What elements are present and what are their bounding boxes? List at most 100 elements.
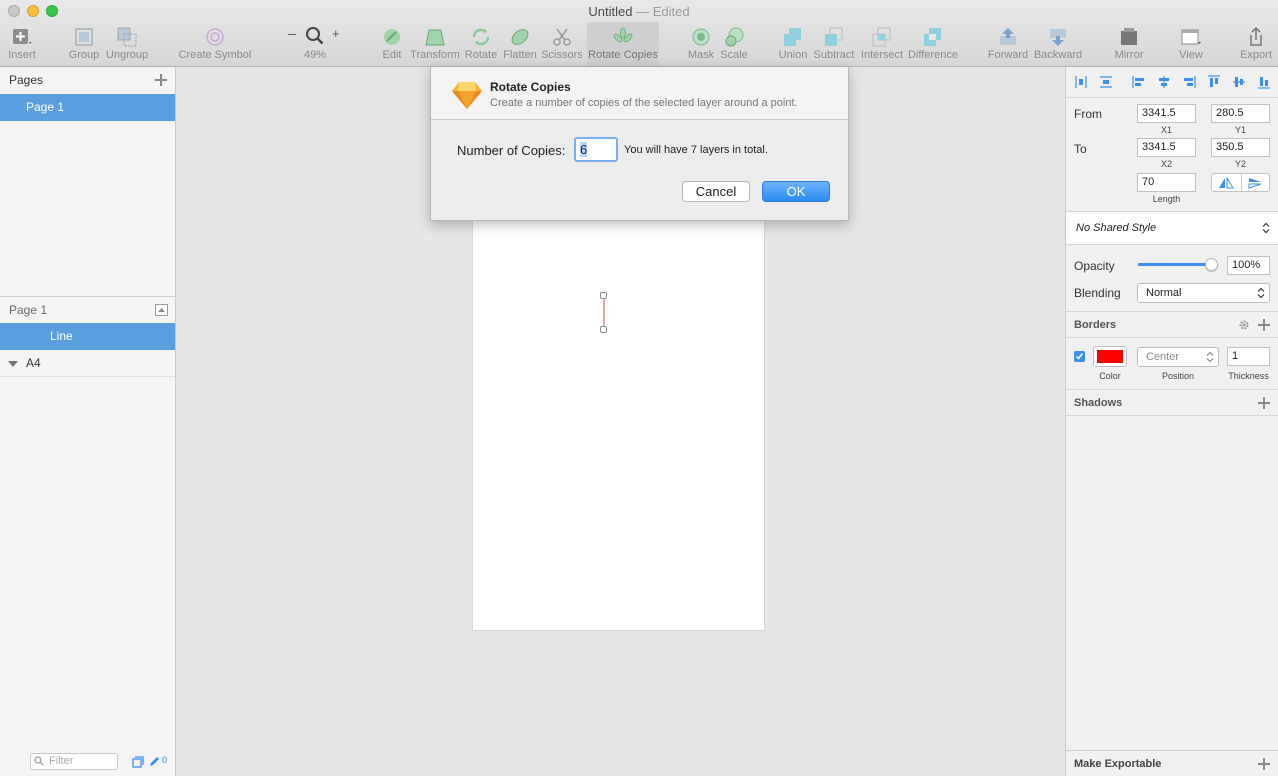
align-middle-vertical-icon[interactable] xyxy=(1232,75,1246,89)
insert-button[interactable]: Insert xyxy=(4,22,40,66)
border-thickness-field[interactable]: 1 xyxy=(1227,347,1270,366)
backward-icon xyxy=(1050,29,1066,46)
mirror-label: Mirror xyxy=(1114,49,1144,61)
flatten-button[interactable]: Flatten xyxy=(502,22,538,66)
checkmark-icon xyxy=(1075,353,1084,360)
rotate-icon xyxy=(472,28,490,46)
border-position-value: Center xyxy=(1146,351,1180,363)
y1-field[interactable]: 280.5 xyxy=(1211,104,1270,123)
union-icon xyxy=(784,28,801,46)
filter-placeholder: Filter xyxy=(49,755,74,767)
scissors-button[interactable]: Scissors xyxy=(541,22,583,66)
ungroup-button[interactable]: Ungroup xyxy=(104,22,150,66)
align-top-icon[interactable] xyxy=(1207,75,1221,89)
transform-button[interactable]: Transform xyxy=(410,22,460,66)
difference-icon xyxy=(924,28,941,46)
distribute-vertical-icon[interactable] xyxy=(1099,75,1113,89)
thickness-label: Thickness xyxy=(1228,371,1269,381)
group-label: Group xyxy=(68,49,100,61)
group-button[interactable]: Group xyxy=(66,22,102,66)
opacity-slider-knob[interactable] xyxy=(1205,258,1218,271)
border-enabled-checkbox[interactable] xyxy=(1074,351,1085,362)
layer-filter-input[interactable]: Filter xyxy=(30,753,118,770)
intersect-label: Intersect xyxy=(860,49,904,61)
difference-label: Difference xyxy=(908,49,958,61)
view-layout-icon xyxy=(1181,29,1201,45)
blending-value: Normal xyxy=(1146,287,1182,299)
chevron-updown-icon xyxy=(1257,287,1265,299)
line-end-handle[interactable] xyxy=(600,326,607,333)
align-center-horizontal-icon[interactable] xyxy=(1157,75,1171,89)
y2-field[interactable]: 350.5 xyxy=(1211,138,1270,157)
layer-item-artboard[interactable]: A4 xyxy=(0,350,175,377)
cancel-button[interactable]: Cancel xyxy=(682,181,750,202)
layers-page-title: Page 1 xyxy=(9,303,48,317)
chevron-updown-icon xyxy=(1206,351,1214,363)
gear-icon[interactable] xyxy=(1238,319,1250,331)
ok-button[interactable]: OK xyxy=(762,181,830,202)
difference-button[interactable]: Difference xyxy=(907,22,959,66)
border-position-select[interactable]: Center xyxy=(1137,347,1219,367)
artboard-a4[interactable] xyxy=(472,217,765,631)
border-color-well[interactable] xyxy=(1093,346,1127,367)
left-sidebar: Pages Page 1 Page 1 Line A4 Filter 0 xyxy=(0,67,176,776)
align-right-icon[interactable] xyxy=(1182,75,1196,89)
add-shadow-plus-icon[interactable] xyxy=(1258,397,1270,409)
line-start-handle[interactable] xyxy=(600,292,607,299)
make-exportable-section[interactable]: Make Exportable xyxy=(1066,750,1278,776)
view-button[interactable]: View xyxy=(1172,22,1210,66)
disclosure-triangle-icon[interactable] xyxy=(8,361,18,367)
layer-item-line[interactable]: Line xyxy=(0,323,175,350)
export-label: Export xyxy=(1240,49,1272,61)
border-color-swatch xyxy=(1097,350,1123,363)
mask-button[interactable]: Mask xyxy=(686,22,716,66)
add-page-plus-icon[interactable] xyxy=(155,74,167,86)
align-bottom-icon[interactable] xyxy=(1257,75,1271,89)
flip-horizontal-icon[interactable] xyxy=(1218,177,1234,189)
page-list-item[interactable]: Page 1 xyxy=(0,94,175,121)
view-label: View xyxy=(1179,49,1203,61)
shared-style-select[interactable]: No Shared Style xyxy=(1066,211,1278,245)
group-icon xyxy=(75,28,93,46)
flatten-label: Flatten xyxy=(503,49,537,61)
pencil-icon[interactable] xyxy=(148,756,160,768)
union-button[interactable]: Union xyxy=(776,22,810,66)
opacity-slider-track[interactable] xyxy=(1138,263,1214,266)
zoom-level: 49% xyxy=(303,49,327,61)
zoom-in-button[interactable]: + xyxy=(332,26,340,41)
filter-count: 0 xyxy=(162,755,168,765)
copies-input[interactable]: 6 xyxy=(574,137,618,162)
forward-button[interactable]: Forward xyxy=(987,22,1029,66)
flip-vertical-icon[interactable] xyxy=(1248,177,1262,189)
blending-select[interactable]: Normal xyxy=(1137,283,1270,303)
zoom-control[interactable]: – + 49% xyxy=(284,22,346,66)
backward-button[interactable]: Backward xyxy=(1032,22,1084,66)
separator xyxy=(1066,389,1278,390)
subtract-button[interactable]: Subtract xyxy=(812,22,856,66)
create-symbol-button[interactable]: Create Symbol xyxy=(178,22,252,66)
x1-field[interactable]: 3341.5 xyxy=(1137,104,1196,123)
chevron-updown-icon xyxy=(1262,222,1270,234)
add-border-plus-icon[interactable] xyxy=(1258,319,1270,331)
align-left-icon[interactable] xyxy=(1132,75,1146,89)
copy-layers-icon[interactable] xyxy=(132,756,144,768)
opacity-field[interactable]: 100% xyxy=(1227,256,1270,275)
y2-label: Y2 xyxy=(1234,159,1246,169)
add-export-plus-icon[interactable] xyxy=(1258,758,1270,770)
rotate-copies-button[interactable]: Rotate Copies xyxy=(587,22,659,66)
rotate-button[interactable]: Rotate xyxy=(463,22,499,66)
scale-button[interactable]: Scale xyxy=(718,22,750,66)
export-share-icon xyxy=(1250,26,1262,46)
zoom-magnifier-icon xyxy=(306,27,324,45)
collapse-layers-icon[interactable] xyxy=(155,304,168,316)
export-button[interactable]: Export xyxy=(1238,22,1274,66)
intersect-button[interactable]: Intersect xyxy=(859,22,905,66)
length-field[interactable]: 70 xyxy=(1137,173,1196,192)
edit-button[interactable]: Edit xyxy=(378,22,406,66)
transform-label: Transform xyxy=(410,49,460,61)
x2-field[interactable]: 3341.5 xyxy=(1137,138,1196,157)
zoom-out-button[interactable]: – xyxy=(288,25,296,41)
copies-label: Number of Copies: xyxy=(457,143,566,158)
distribute-horizontal-icon[interactable] xyxy=(1074,75,1088,89)
mirror-button[interactable]: Mirror xyxy=(1111,22,1147,66)
